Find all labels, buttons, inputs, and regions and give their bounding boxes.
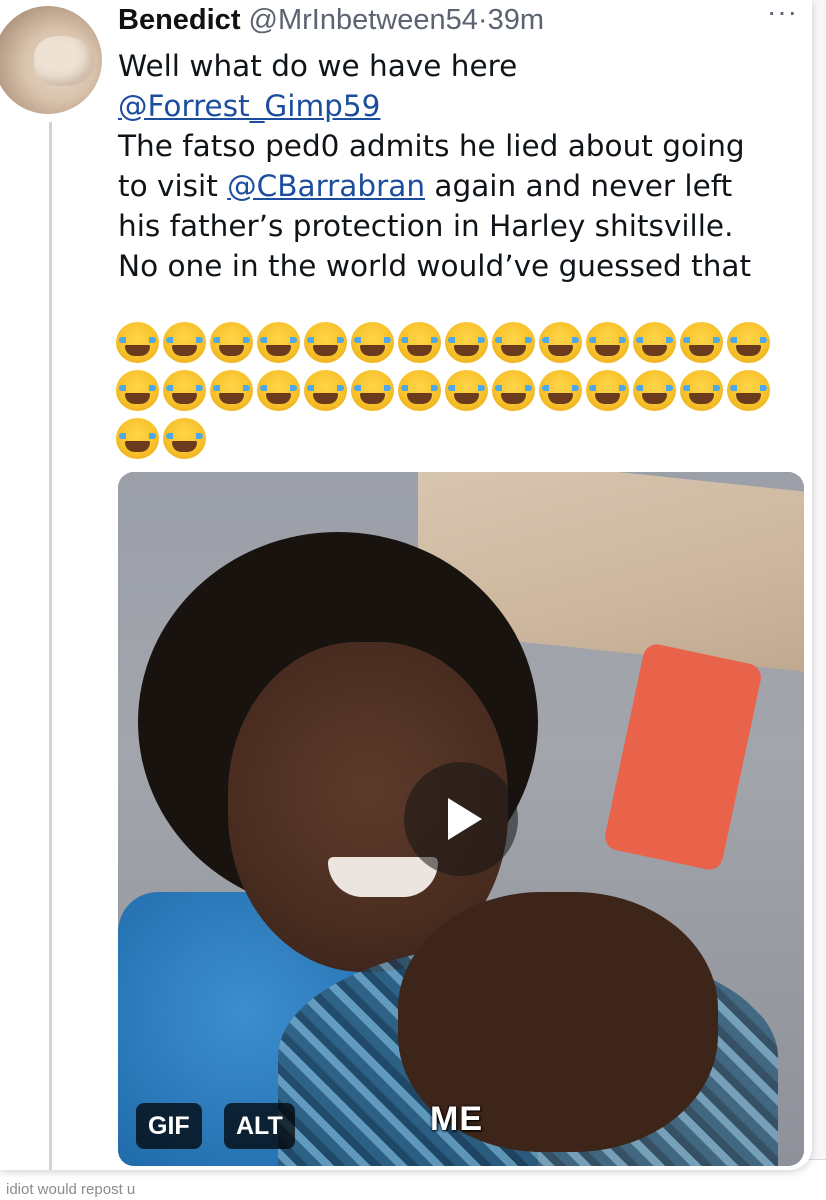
mention-link[interactable]: @Forrest_Gimp59	[118, 89, 380, 123]
screenshot-page: idiot would repost u Benedict @MrInbetwe…	[0, 0, 826, 1200]
thread-line	[49, 122, 52, 1170]
face-with-tears-of-joy-icon	[116, 418, 159, 459]
author-name[interactable]: Benedict	[118, 4, 240, 36]
face-with-tears-of-joy-icon	[210, 322, 253, 363]
avatar[interactable]	[0, 6, 102, 114]
tweet-line: No one in the world would’ve guessed tha…	[118, 249, 752, 283]
face-with-tears-of-joy-icon	[398, 370, 441, 411]
gif-person-smile	[328, 857, 438, 897]
face-with-tears-of-joy-icon	[680, 370, 723, 411]
face-with-tears-of-joy-icon	[445, 370, 488, 411]
tweet-text: Well what do we have here @Forrest_Gimp5…	[118, 46, 798, 286]
face-with-tears-of-joy-icon	[116, 370, 159, 411]
face-with-tears-of-joy-icon	[727, 322, 770, 363]
tweet-header: Benedict @MrInbetween54·39m	[118, 3, 544, 37]
face-with-tears-of-joy-icon	[586, 370, 629, 411]
face-with-tears-of-joy-icon	[210, 370, 253, 411]
face-with-tears-of-joy-icon	[586, 322, 629, 363]
tweet-card[interactable]: Benedict @MrInbetween54·39m ··· Well wha…	[0, 0, 812, 1170]
gif-badge: GIF	[136, 1103, 202, 1149]
mention-link[interactable]: @CBarrabran	[227, 169, 425, 203]
more-options-icon[interactable]: ···	[767, 0, 798, 26]
play-icon[interactable]	[404, 762, 518, 876]
face-with-tears-of-joy-icon	[163, 322, 206, 363]
face-with-tears-of-joy-icon	[163, 418, 206, 459]
face-with-tears-of-joy-icon	[163, 370, 206, 411]
author-handle[interactable]: @MrInbetween54	[249, 4, 478, 36]
face-with-tears-of-joy-icon	[116, 322, 159, 363]
face-with-tears-of-joy-icon	[445, 322, 488, 363]
header-separator: ·	[477, 4, 488, 36]
tweet-line: The fatso ped0 admits he lied about goin…	[118, 129, 745, 163]
face-with-tears-of-joy-icon	[351, 370, 394, 411]
tweet-time[interactable]: 39m	[488, 4, 544, 36]
face-with-tears-of-joy-icon	[257, 370, 300, 411]
face-with-tears-of-joy-icon	[351, 322, 394, 363]
face-with-tears-of-joy-icon	[633, 370, 676, 411]
face-with-tears-of-joy-icon	[304, 322, 347, 363]
background-text: idiot would repost u	[6, 1181, 136, 1198]
face-with-tears-of-joy-icon	[727, 370, 770, 411]
gif-caption: ME	[430, 1100, 483, 1138]
face-with-tears-of-joy-icon	[398, 322, 441, 363]
tweet-line: his father’s protection in Harley shitsv…	[118, 209, 734, 243]
face-with-tears-of-joy-icon	[539, 322, 582, 363]
face-with-tears-of-joy-icon	[633, 322, 676, 363]
gif-media[interactable]: GIF ALT ME	[118, 472, 804, 1166]
face-with-tears-of-joy-icon	[680, 322, 723, 363]
face-with-tears-of-joy-icon	[492, 322, 535, 363]
play-triangle	[448, 798, 482, 840]
tweet-line-fragment: again and never left	[425, 169, 733, 203]
face-with-tears-of-joy-icon	[257, 322, 300, 363]
face-with-tears-of-joy-icon	[304, 370, 347, 411]
alt-badge[interactable]: ALT	[224, 1103, 295, 1149]
tweet-line-fragment: to visit	[118, 169, 228, 203]
face-with-tears-of-joy-icon	[492, 370, 535, 411]
tweet-line: Well what do we have here	[118, 49, 518, 83]
avatar-image-detail	[34, 36, 94, 86]
emoji-sequence	[116, 322, 806, 459]
face-with-tears-of-joy-icon	[539, 370, 582, 411]
